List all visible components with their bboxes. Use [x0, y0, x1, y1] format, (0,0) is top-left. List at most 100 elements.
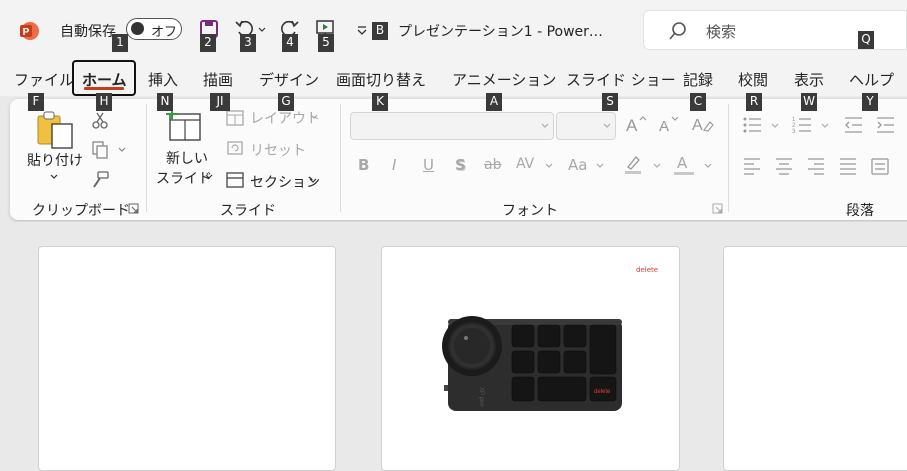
keytip-redo: 4 — [282, 34, 298, 52]
section-icon[interactable] — [225, 170, 245, 190]
autosave-state: オフ — [151, 25, 178, 40]
slide-thumbnail-2[interactable]: delete XP pen delete — [381, 246, 680, 471]
keytip-insert: N — [157, 93, 173, 111]
search-icon — [669, 22, 686, 40]
keytip-help: Y — [862, 93, 878, 111]
paste-label[interactable]: 貼り付け — [27, 150, 83, 170]
customize-qat-icon[interactable] — [356, 25, 368, 37]
search-placeholder: 検索 — [706, 23, 737, 41]
tab-help[interactable]: ヘルプ — [849, 69, 894, 90]
font-launcher-icon[interactable] — [712, 203, 723, 214]
new-slide-label-1[interactable]: 新しい — [166, 148, 208, 168]
paste-icon[interactable] — [34, 108, 76, 150]
copy-icon[interactable] — [90, 140, 110, 160]
device-key-delete-text: delete — [594, 389, 611, 395]
text-shadow-button[interactable]: S — [455, 156, 466, 174]
new-slide-dropdown-icon[interactable] — [205, 173, 213, 181]
device-brand-text: XP pen — [478, 387, 484, 407]
underline-button[interactable]: U — [423, 156, 434, 174]
keytip-customize: B — [372, 22, 388, 40]
font-name-dropdown-icon — [541, 123, 549, 128]
tab-file[interactable]: ファイル — [14, 69, 74, 90]
keytip-undo: 3 — [240, 34, 256, 52]
keytip-start: 5 — [318, 34, 334, 52]
tab-view[interactable]: 表示 — [794, 69, 824, 90]
keytip-design: G — [278, 93, 294, 111]
tab-animations[interactable]: アニメーション — [452, 69, 556, 90]
keytip-save: 2 — [200, 34, 216, 52]
autosave-label: 自動保存 — [60, 24, 116, 40]
paste-dropdown-icon[interactable] — [50, 173, 58, 181]
clipboard-group-label: クリップボード — [32, 203, 130, 219]
tab-draw[interactable]: 描画 — [203, 69, 233, 90]
tab-record[interactable]: 記録 — [683, 69, 713, 90]
font-name-combo[interactable] — [350, 112, 554, 140]
keytip-slideshow: S — [602, 93, 618, 111]
bullets-dropdown-icon[interactable] — [771, 122, 779, 130]
new-slide-icon[interactable] — [164, 106, 204, 144]
separator — [728, 104, 729, 212]
numbering-dropdown-icon[interactable] — [821, 122, 829, 130]
decrease-indent-icon[interactable] — [843, 115, 863, 135]
bold-button[interactable]: B — [358, 156, 369, 174]
copy-dropdown-icon[interactable] — [118, 146, 126, 154]
justify-icon[interactable] — [838, 156, 858, 176]
tab-home-focus-frame — [72, 60, 136, 96]
format-painter-icon[interactable] — [90, 170, 110, 190]
align-right-icon[interactable] — [806, 156, 826, 176]
decrease-font-size-icon[interactable]: A — [658, 114, 682, 134]
font-color-dropdown-icon[interactable] — [704, 162, 712, 170]
font-color-bar — [674, 172, 694, 175]
layout-dropdown-icon[interactable] — [310, 113, 318, 121]
increase-font-size-icon[interactable]: A — [625, 114, 649, 134]
tab-transitions[interactable]: 画面切り替え — [336, 69, 426, 90]
separator — [340, 104, 341, 212]
font-size-dropdown-icon — [603, 123, 611, 128]
undo-dropdown-icon[interactable] — [258, 26, 266, 34]
clipboard-launcher-icon[interactable] — [128, 203, 139, 214]
keytip-record: C — [690, 93, 706, 111]
slides-group-label: スライド — [220, 203, 276, 219]
layout-icon[interactable] — [225, 108, 245, 128]
keypad-device-image: XP pen delete — [442, 316, 622, 411]
increase-indent-icon[interactable] — [875, 115, 895, 135]
font-size-combo[interactable] — [556, 112, 616, 140]
svg-text:3: 3 — [792, 129, 796, 135]
cut-icon[interactable] — [90, 110, 110, 130]
autosave-toggle[interactable]: オフ — [126, 18, 182, 40]
distributed-icon[interactable] — [870, 156, 890, 176]
tab-slideshow[interactable]: スライド ショー — [566, 69, 676, 90]
character-spacing-button[interactable]: AV — [516, 156, 534, 172]
document-title: プレゼンテーション1 - Power… — [398, 24, 603, 40]
case-dropdown-icon[interactable] — [596, 162, 604, 170]
tab-review[interactable]: 校閲 — [738, 69, 768, 90]
spacing-dropdown-icon[interactable] — [545, 162, 553, 170]
highlight-dropdown-icon[interactable] — [653, 162, 661, 170]
keytip-autosave: 1 — [112, 34, 128, 52]
powerpoint-logo-icon[interactable]: P — [18, 20, 40, 42]
numbering-icon[interactable]: 1 2 3 — [792, 115, 812, 135]
strikethrough-button[interactable]: ab — [484, 157, 501, 173]
slide-thumbnail-3[interactable] — [723, 246, 907, 471]
slide-thumbnail-1[interactable] — [38, 246, 336, 471]
reset-label[interactable]: リセット — [250, 140, 306, 160]
svg-text:P: P — [23, 27, 30, 38]
reset-icon[interactable] — [225, 138, 245, 158]
align-center-icon[interactable] — [774, 156, 794, 176]
align-left-icon[interactable] — [742, 156, 762, 176]
keytip-draw: JI — [210, 93, 230, 111]
new-slide-label-2[interactable]: スライド — [156, 168, 212, 188]
change-case-button[interactable]: Aa — [568, 156, 587, 174]
tab-insert[interactable]: 挿入 — [148, 69, 178, 90]
italic-button[interactable]: I — [392, 156, 396, 174]
keytip-transitions: K — [372, 93, 388, 111]
highlight-color-icon[interactable] — [623, 154, 643, 174]
bullets-icon[interactable] — [742, 115, 762, 135]
clear-formatting-icon[interactable]: A — [691, 114, 715, 134]
paragraph-group-label: 段落 — [846, 203, 874, 219]
section-dropdown-icon[interactable] — [309, 177, 317, 185]
font-color-button[interactable]: A — [677, 154, 687, 172]
separator — [146, 104, 147, 212]
svg-text:A: A — [692, 117, 703, 134]
tab-design[interactable]: デザイン — [259, 69, 319, 90]
